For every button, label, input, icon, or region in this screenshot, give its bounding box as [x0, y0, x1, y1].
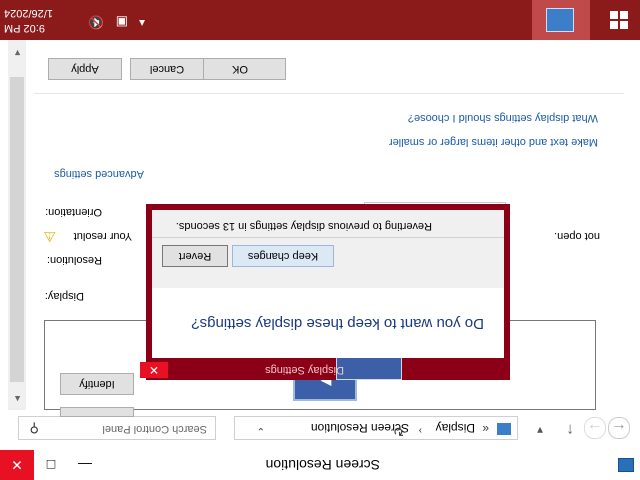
revert-button[interactable]: Revert — [162, 245, 228, 267]
windows-logo-icon — [610, 11, 628, 29]
cancel-button[interactable]: Cancel — [130, 58, 204, 80]
ok-button[interactable]: OK — [194, 58, 286, 80]
minimize-button[interactable]: — — [68, 450, 102, 480]
scrollbar-thumb[interactable] — [10, 77, 24, 382]
warning-icon: ⚠ — [43, 229, 56, 245]
scroll-down-icon[interactable]: ▼ — [13, 48, 22, 58]
warning-text-tail: not open. — [554, 230, 600, 242]
clock-date[interactable]: 1/26/2024 — [4, 7, 60, 19]
recent-locations-icon[interactable]: ▼ — [530, 419, 550, 439]
close-button[interactable]: ✕ — [0, 450, 34, 480]
dialog-title: Display Settings — [265, 364, 344, 376]
screen: Screen Resolution — □ ✕ ← → ▼ ↑ « Displa… — [0, 0, 640, 480]
dialog-question: Do you want to keep these display settin… — [191, 315, 484, 332]
taskbar: ▲ ▣ 🔇 9:02 PM 1/26/2024 — [0, 0, 640, 40]
display-help-link[interactable]: What display settings should I choose? — [408, 112, 598, 124]
display-label: Display: — [44, 290, 84, 302]
text-size-link[interactable]: Make text and other items larger or smal… — [389, 136, 598, 148]
search-icon[interactable]: ⚲ — [29, 420, 39, 436]
refresh-icon[interactable]: ↻ — [393, 423, 404, 439]
clock-time[interactable]: 9:02 PM — [4, 22, 60, 34]
forward-arrow-icon[interactable]: → — [584, 417, 606, 439]
dialog-footer: Keep changes Revert Reverting to previou… — [152, 210, 504, 288]
dialog-body: Do you want to keep these display settin… — [152, 288, 504, 358]
back-arrow-icon[interactable]: ← — [608, 417, 630, 439]
breadcrumb-overflow[interactable]: « — [482, 422, 489, 436]
identify-button[interactable]: Identify — [60, 373, 134, 395]
dialog-title-bar: Display Settings ✕ — [140, 348, 504, 380]
title-bar: Screen Resolution — □ ✕ — [0, 449, 640, 480]
detect-button[interactable] — [60, 407, 134, 417]
apply-button[interactable]: Apply — [48, 58, 122, 80]
divider — [34, 93, 624, 94]
screen-resolution-window: Screen Resolution — □ ✕ ← → ▼ ↑ « Displa… — [0, 40, 640, 480]
keep-settings-dialog: Display Settings ✕ Do you want to keep t… — [140, 204, 510, 380]
resolution-label: Resolution: — [46, 254, 102, 266]
scroll-up-icon[interactable]: ▲ — [13, 394, 22, 404]
control-panel-icon — [497, 423, 511, 435]
show-hidden-icons-icon[interactable]: ▲ — [137, 17, 147, 28]
search-input[interactable]: Search Control Panel ⚲ — [18, 416, 216, 440]
chevron-down-icon[interactable]: ⌄ — [257, 425, 265, 436]
control-panel-icon — [546, 8, 574, 32]
volume-muted-icon[interactable]: 🔇 — [88, 14, 104, 30]
network-icon[interactable]: ▣ — [116, 14, 128, 30]
chevron-right-icon[interactable]: › — [419, 425, 422, 436]
dialog-close-button[interactable]: ✕ — [140, 362, 168, 378]
address-bar[interactable]: « Display › Screen Resolution ⌄ — [234, 416, 518, 440]
window-title: Screen Resolution — [265, 457, 380, 473]
advanced-settings-link[interactable]: Advanced settings — [54, 168, 144, 180]
dialog-divider — [152, 237, 504, 238]
orientation-label: Orientation: — [45, 206, 102, 218]
search-placeholder: Search Control Panel — [102, 423, 207, 435]
vertical-scrollbar[interactable]: ▲ ▼ — [8, 40, 26, 410]
taskbar-control-panel[interactable] — [532, 0, 590, 40]
start-button[interactable] — [598, 0, 640, 40]
keep-changes-button[interactable]: Keep changes — [232, 245, 334, 267]
control-panel-icon — [618, 458, 634, 472]
countdown-text: Reverting to previous display settings i… — [175, 220, 432, 232]
warning-text: Your resolut — [73, 230, 132, 242]
maximize-button[interactable]: □ — [34, 450, 68, 480]
up-arrow-icon[interactable]: ↑ — [560, 419, 580, 439]
breadcrumb-display[interactable]: Display — [436, 421, 475, 435]
